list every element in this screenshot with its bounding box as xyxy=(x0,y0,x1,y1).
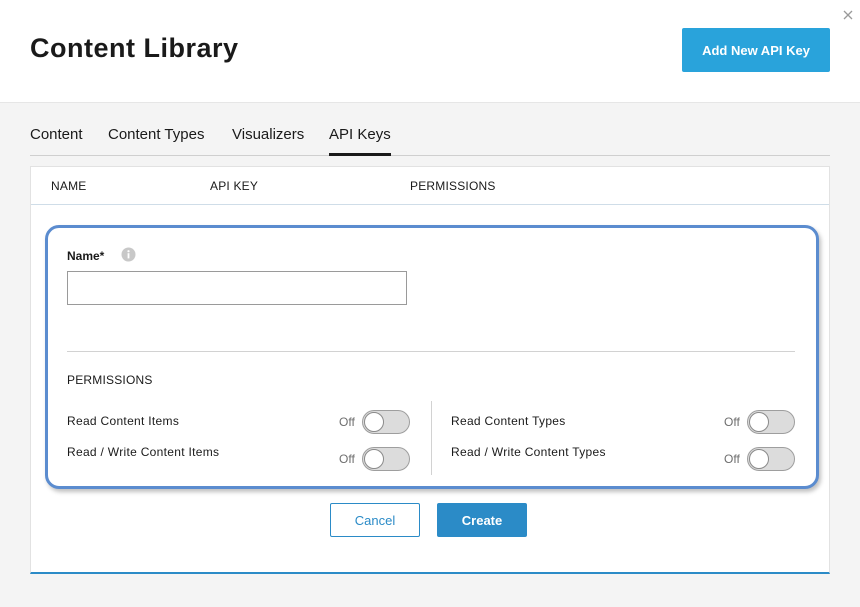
tab-visualizers[interactable]: Visualizers xyxy=(232,126,304,156)
read-write-content-items-toggle[interactable] xyxy=(362,447,410,471)
header-divider xyxy=(31,204,829,205)
tab-api-keys[interactable]: API Keys xyxy=(329,126,391,156)
add-new-api-key-button[interactable]: Add New API Key xyxy=(682,28,830,72)
page-header: Content Library Add New API Key xyxy=(0,0,860,103)
toggle-knob xyxy=(749,449,769,469)
column-header-permissions: PERMISSIONS xyxy=(410,179,496,193)
close-icon[interactable] xyxy=(841,8,855,22)
toggle-knob xyxy=(364,412,384,432)
toggle-knob xyxy=(364,449,384,469)
section-divider xyxy=(67,351,795,352)
column-header-name: NAME xyxy=(51,179,87,193)
read-write-content-types-toggle[interactable] xyxy=(747,447,795,471)
name-input[interactable] xyxy=(67,271,407,305)
name-label: Name* xyxy=(67,249,105,263)
toggle-state-text: Off xyxy=(339,452,355,466)
toggle-state-text: Off xyxy=(724,415,740,429)
column-divider xyxy=(431,401,432,475)
page-title: Content Library xyxy=(30,33,239,63)
column-header-api-key: API KEY xyxy=(210,179,259,193)
new-api-key-form: Name* PERMISSIONS Read Content Items Off… xyxy=(45,225,819,489)
toggle-knob xyxy=(749,412,769,432)
permission-label-read-write-content-types: Read / Write Content Types xyxy=(451,445,606,459)
tab-content[interactable]: Content xyxy=(30,126,83,156)
permission-label-read-write-content-items: Read / Write Content Items xyxy=(67,445,220,459)
api-keys-panel: NAME API KEY PERMISSIONS Name* PERMISSIO… xyxy=(30,166,830,574)
read-content-types-toggle[interactable] xyxy=(747,410,795,434)
toggle-state-text: Off xyxy=(339,415,355,429)
read-content-items-toggle[interactable] xyxy=(362,410,410,434)
info-icon[interactable] xyxy=(121,247,136,262)
tab-content-types[interactable]: Content Types xyxy=(108,126,204,156)
permission-label-read-content-types: Read Content Types xyxy=(451,414,566,428)
toggle-state-text: Off xyxy=(724,452,740,466)
create-button[interactable]: Create xyxy=(437,503,527,537)
permission-label-read-content-items: Read Content Items xyxy=(67,414,180,428)
cancel-button[interactable]: Cancel xyxy=(330,503,420,537)
tab-bar: Content Content Types Visualizers API Ke… xyxy=(30,126,830,156)
permissions-title: PERMISSIONS xyxy=(67,373,153,387)
